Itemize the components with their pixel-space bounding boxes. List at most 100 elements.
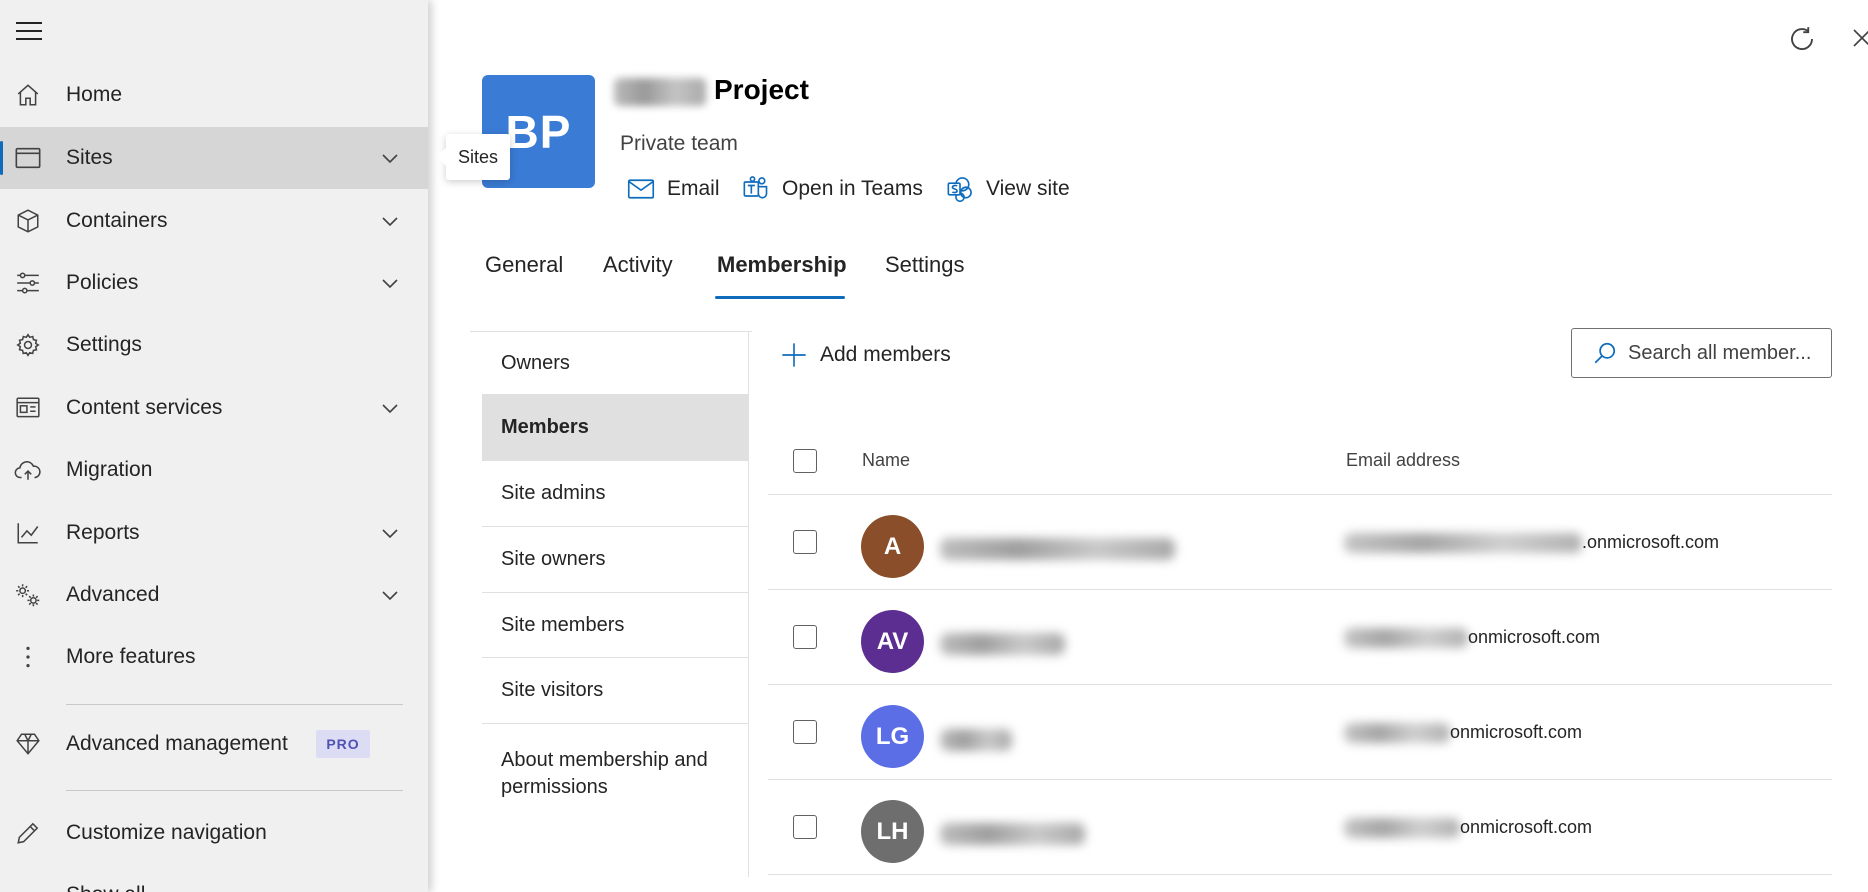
- nav-item-containers[interactable]: Containers: [0, 190, 428, 252]
- column-header-email[interactable]: Email address: [1346, 450, 1460, 471]
- nav-divider: [66, 704, 403, 705]
- subnav-item-site-owners[interactable]: Site owners: [482, 527, 748, 593]
- refresh-icon[interactable]: [1787, 24, 1817, 54]
- subnav-item-site-admins[interactable]: Site admins: [482, 461, 748, 527]
- redacted-name: [940, 633, 1065, 655]
- nav-item-label: Policies: [66, 271, 139, 294]
- subnav-item-about-membership[interactable]: About membership and permissions: [482, 724, 712, 824]
- email-action-label: Email: [667, 177, 720, 200]
- active-tab-indicator: [715, 296, 845, 299]
- avatar: LH: [861, 800, 924, 863]
- avatar: LG: [861, 705, 924, 768]
- hamburger-menu-icon[interactable]: [16, 22, 42, 42]
- tab-activity[interactable]: Activity: [603, 252, 673, 278]
- redacted-name: [940, 729, 1012, 751]
- row-divider: [768, 684, 1832, 685]
- search-placeholder: Search all member...: [1628, 341, 1812, 364]
- pro-badge: PRO: [316, 730, 370, 758]
- redacted-email: [1344, 628, 1468, 648]
- view-site-action[interactable]: View site: [946, 174, 1070, 204]
- nav-item-show-all[interactable]: Show all: [0, 865, 428, 892]
- nav-item-label: Home: [66, 83, 123, 106]
- row-checkbox[interactable]: [793, 530, 817, 554]
- nav-item-label: Migration: [66, 458, 153, 481]
- app-root: Home Sites Containers Policies Settings …: [0, 0, 1868, 892]
- open-in-teams-label: Open in Teams: [782, 177, 923, 200]
- chevron-down-icon[interactable]: [380, 148, 400, 168]
- open-in-teams-action[interactable]: Open in Teams: [742, 174, 923, 204]
- nav-item-more-features[interactable]: More features: [0, 626, 428, 688]
- nav-item-sites[interactable]: Sites: [0, 127, 428, 189]
- nav-item-policies[interactable]: Policies: [0, 252, 428, 314]
- nav-item-label: Reports: [66, 521, 140, 544]
- email-action[interactable]: Email: [627, 174, 720, 204]
- container-icon: [14, 207, 42, 235]
- nav-item-label: Advanced: [66, 583, 160, 606]
- nav-item-reports[interactable]: Reports: [0, 502, 428, 564]
- email-suffix: onmicrosoft.com: [1460, 817, 1593, 837]
- nav-item-settings[interactable]: Settings: [0, 314, 428, 376]
- avatar: AV: [861, 610, 924, 673]
- search-icon: [1592, 340, 1618, 366]
- subnav-item-owners[interactable]: Owners: [482, 332, 748, 395]
- more-vertical-icon: [14, 643, 42, 671]
- email-suffix: onmicrosoft.com: [1468, 627, 1601, 647]
- nav-item-content-services[interactable]: Content services: [0, 377, 428, 439]
- left-navigation: Home Sites Containers Policies Settings …: [0, 0, 428, 892]
- column-header-name[interactable]: Name: [862, 450, 910, 471]
- nav-divider: [66, 790, 403, 791]
- row-divider: [768, 589, 1832, 590]
- subnav-item-site-visitors[interactable]: Site visitors: [482, 658, 748, 724]
- sites-icon: [14, 144, 42, 172]
- add-members-label: Add members: [820, 343, 951, 366]
- view-site-label: View site: [986, 177, 1070, 200]
- content-services-icon: [14, 394, 42, 422]
- chevron-down-icon[interactable]: [380, 523, 400, 543]
- nav-item-migration[interactable]: Migration: [0, 439, 428, 501]
- row-checkbox[interactable]: [793, 625, 817, 649]
- home-icon: [14, 81, 42, 109]
- chevron-down-icon[interactable]: [380, 273, 400, 293]
- email-suffix: onmicrosoft.com: [1450, 722, 1583, 742]
- nav-item-label: Show all: [66, 883, 145, 892]
- chevron-down-icon[interactable]: [380, 585, 400, 605]
- nav-item-label: Customize navigation: [66, 821, 267, 844]
- chevron-down-icon[interactable]: [380, 398, 400, 418]
- subnav-item-members[interactable]: Members: [482, 395, 748, 461]
- sites-tooltip: Sites: [437, 134, 510, 180]
- search-members-input[interactable]: Search all member...: [1571, 328, 1832, 378]
- close-icon[interactable]: [1850, 24, 1868, 52]
- subnav-divider: [748, 332, 749, 877]
- redacted-name: [940, 538, 1175, 560]
- subnav-item-site-members[interactable]: Site members: [482, 593, 748, 658]
- mail-icon: [627, 175, 655, 203]
- nav-item-advanced[interactable]: Advanced: [0, 564, 428, 626]
- nav-item-label: Containers: [66, 209, 168, 232]
- row-checkbox[interactable]: [793, 720, 817, 744]
- row-divider: [768, 779, 1832, 780]
- sharepoint-icon: [946, 175, 974, 203]
- plus-icon: [780, 341, 808, 369]
- select-all-checkbox[interactable]: [793, 449, 817, 473]
- nav-item-label: Sites: [66, 146, 113, 169]
- row-checkbox[interactable]: [793, 815, 817, 839]
- chevron-down-icon[interactable]: [380, 211, 400, 231]
- site-privacy: Private team: [620, 132, 738, 155]
- gears-icon: [14, 581, 42, 609]
- nav-item-label: More features: [66, 645, 196, 668]
- pencil-icon: [14, 819, 42, 847]
- tab-general[interactable]: General: [485, 252, 563, 278]
- nav-item-home[interactable]: Home: [0, 64, 428, 126]
- diamond-icon: [14, 730, 42, 758]
- page-title: Project: [714, 74, 809, 105]
- tab-membership[interactable]: Membership: [717, 252, 847, 278]
- gear-icon: [14, 331, 42, 359]
- add-members-button[interactable]: Add members: [780, 338, 951, 372]
- nav-item-label: Content services: [66, 396, 223, 419]
- tab-settings[interactable]: Settings: [885, 252, 965, 278]
- nav-item-customize-navigation[interactable]: Customize navigation: [0, 802, 428, 864]
- redacted-title: [614, 78, 706, 106]
- redacted-email: [1344, 533, 1582, 553]
- chart-icon: [14, 519, 42, 547]
- policies-icon: [14, 269, 42, 297]
